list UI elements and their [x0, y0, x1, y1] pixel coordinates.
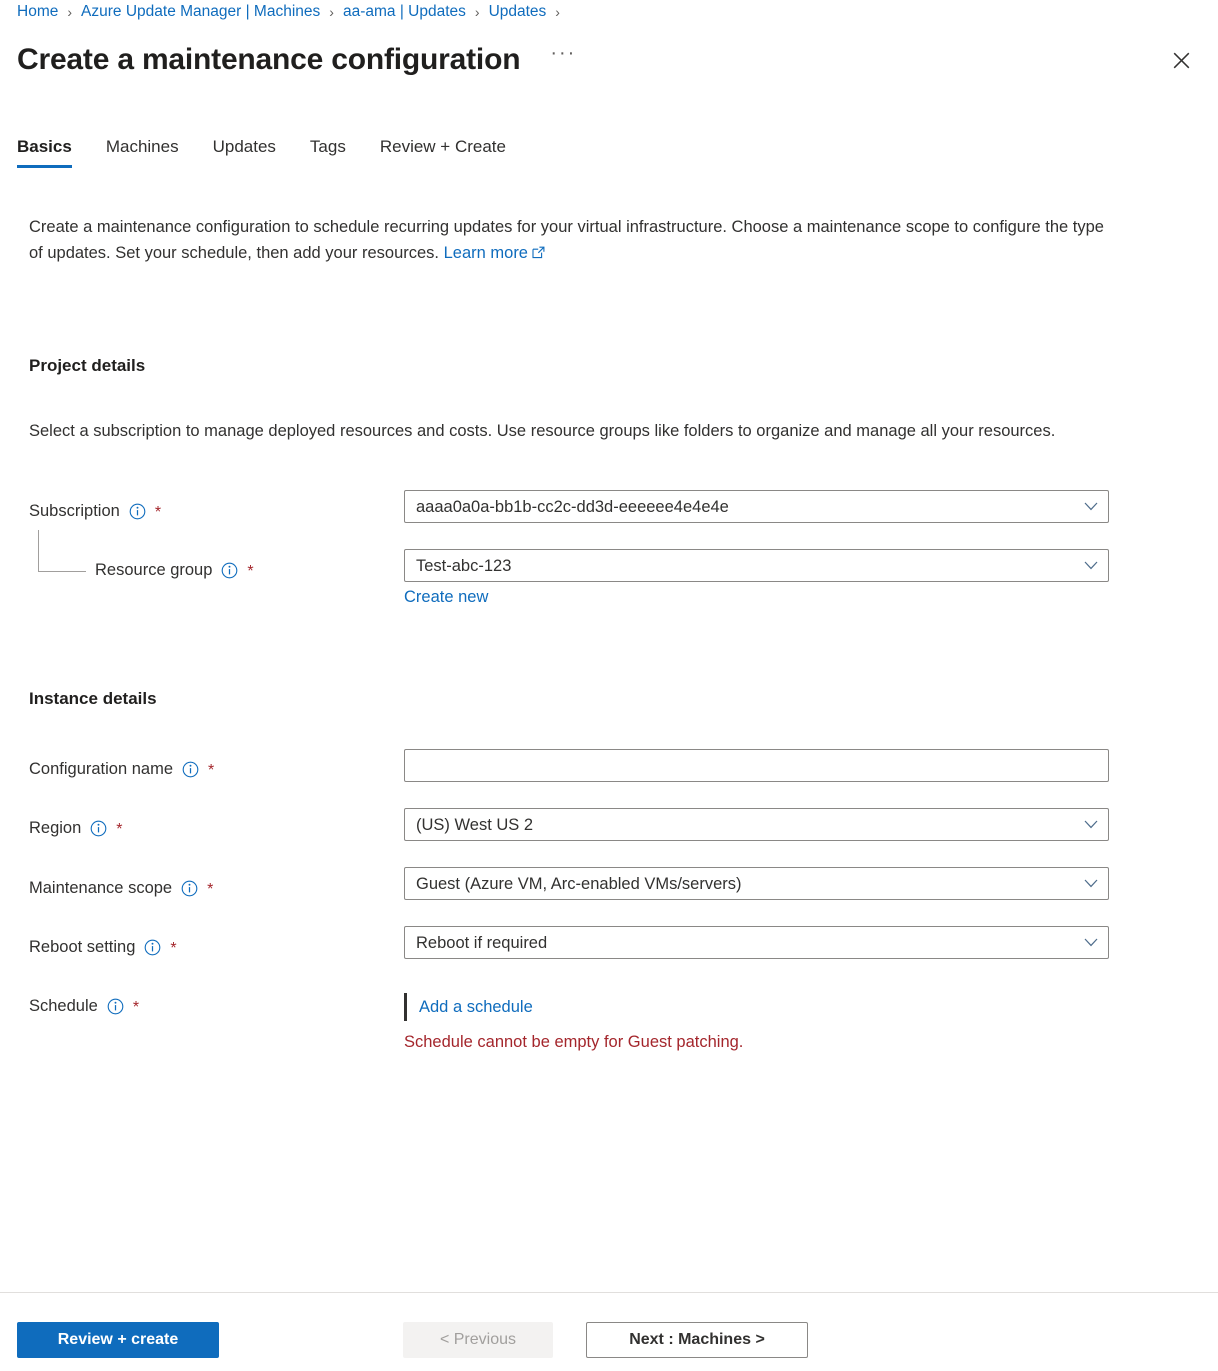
breadcrumb-separator-icon: ›: [475, 0, 480, 24]
external-link-icon: [532, 241, 545, 267]
close-icon: [1173, 52, 1190, 69]
close-button[interactable]: [1165, 44, 1197, 76]
breadcrumb-item-aa-ama-updates[interactable]: aa-ama | Updates: [343, 0, 466, 24]
configuration-name-input[interactable]: [404, 749, 1109, 782]
add-a-schedule-link[interactable]: Add a schedule: [419, 996, 533, 1018]
reboot-setting-value: Reboot if required: [416, 932, 1076, 954]
info-icon[interactable]: [107, 998, 124, 1015]
resource-group-connector-line: [38, 530, 86, 572]
resource-group-dropdown[interactable]: Test-abc-123: [404, 549, 1109, 582]
maintenance-scope-label: Maintenance scope *: [29, 876, 213, 900]
subscription-value: aaaa0a0a-bb1b-cc2c-dd3d-eeeeee4e4e4e: [416, 496, 1076, 518]
more-options-button[interactable]: ···: [550, 48, 576, 72]
region-label: Region *: [29, 816, 123, 840]
chevron-down-icon: [1084, 820, 1098, 829]
create-maintenance-configuration-blade: Home › Azure Update Manager | Machines ›…: [0, 0, 1218, 1371]
next-machines-button[interactable]: Next : Machines >: [586, 1322, 808, 1358]
breadcrumb-item-updates[interactable]: Updates: [489, 0, 547, 24]
wizard-tabs: Basics Machines Updates Tags Review + Cr…: [17, 132, 523, 176]
project-details-description: Select a subscription to manage deployed…: [29, 418, 1114, 444]
tab-updates[interactable]: Updates: [196, 132, 293, 172]
tab-machines[interactable]: Machines: [89, 132, 196, 172]
chevron-down-icon: [1084, 502, 1098, 511]
wizard-footer: Review + create < Previous Next : Machin…: [0, 1293, 1218, 1371]
tab-tags-label: Tags: [310, 137, 346, 156]
region-value: (US) West US 2: [416, 814, 1076, 836]
required-marker: *: [133, 997, 139, 1016]
info-icon[interactable]: [129, 503, 146, 520]
info-icon[interactable]: [221, 562, 238, 579]
tab-review-create[interactable]: Review + Create: [363, 132, 523, 172]
intro-text: Create a maintenance configuration to sc…: [29, 218, 1104, 262]
breadcrumb-separator-icon: ›: [555, 0, 560, 24]
breadcrumb-separator-icon: ›: [329, 0, 334, 24]
chevron-down-icon: [1084, 561, 1098, 570]
tab-updates-label: Updates: [213, 137, 276, 156]
tab-review-create-label: Review + Create: [380, 137, 506, 156]
required-marker: *: [155, 502, 161, 521]
subscription-label: Subscription *: [29, 499, 161, 523]
create-new-resource-group-link[interactable]: Create new: [404, 588, 488, 607]
section-heading-project-details: Project details: [29, 356, 145, 376]
schedule-label: Schedule *: [29, 994, 139, 1018]
learn-more-link[interactable]: Learn more: [444, 244, 528, 262]
review-create-button[interactable]: Review + create: [17, 1322, 219, 1358]
previous-button: < Previous: [403, 1322, 553, 1358]
region-dropdown[interactable]: (US) West US 2: [404, 808, 1109, 841]
breadcrumb-item-home[interactable]: Home: [17, 0, 58, 24]
intro-description: Create a maintenance configuration to sc…: [29, 214, 1119, 267]
maintenance-scope-value: Guest (Azure VM, Arc-enabled VMs/servers…: [416, 873, 1076, 895]
resource-group-label: Resource group *: [95, 558, 254, 582]
tab-machines-label: Machines: [106, 137, 179, 156]
maintenance-scope-dropdown[interactable]: Guest (Azure VM, Arc-enabled VMs/servers…: [404, 867, 1109, 900]
title-row: Create a maintenance configuration ···: [17, 36, 1198, 84]
tab-basics-label: Basics: [17, 137, 72, 156]
tab-basics[interactable]: Basics: [17, 132, 89, 172]
required-marker: *: [207, 879, 213, 898]
tab-tags[interactable]: Tags: [293, 132, 363, 172]
info-icon[interactable]: [90, 820, 107, 837]
chevron-down-icon: [1084, 938, 1098, 947]
breadcrumb-separator-icon: ›: [67, 0, 72, 24]
resource-group-value: Test-abc-123: [416, 555, 1076, 577]
configuration-name-label: Configuration name *: [29, 757, 214, 781]
section-heading-instance-details: Instance details: [29, 689, 157, 709]
info-icon[interactable]: [144, 939, 161, 956]
required-marker: *: [208, 760, 214, 779]
required-marker: *: [170, 938, 176, 957]
page-title: Create a maintenance configuration: [17, 38, 520, 82]
required-marker: *: [116, 819, 122, 838]
required-marker: *: [247, 561, 253, 580]
reboot-setting-dropdown[interactable]: Reboot if required: [404, 926, 1109, 959]
info-icon[interactable]: [182, 761, 199, 778]
chevron-down-icon: [1084, 879, 1098, 888]
breadcrumb-item-azure-update-manager-machines[interactable]: Azure Update Manager | Machines: [81, 0, 320, 24]
breadcrumb: Home › Azure Update Manager | Machines ›…: [17, 0, 569, 24]
reboot-setting-label: Reboot setting *: [29, 935, 177, 959]
schedule-accent-bar: [404, 993, 407, 1021]
subscription-dropdown[interactable]: aaaa0a0a-bb1b-cc2c-dd3d-eeeeee4e4e4e: [404, 490, 1109, 523]
info-icon[interactable]: [181, 880, 198, 897]
schedule-error-message: Schedule cannot be empty for Guest patch…: [404, 1031, 743, 1053]
